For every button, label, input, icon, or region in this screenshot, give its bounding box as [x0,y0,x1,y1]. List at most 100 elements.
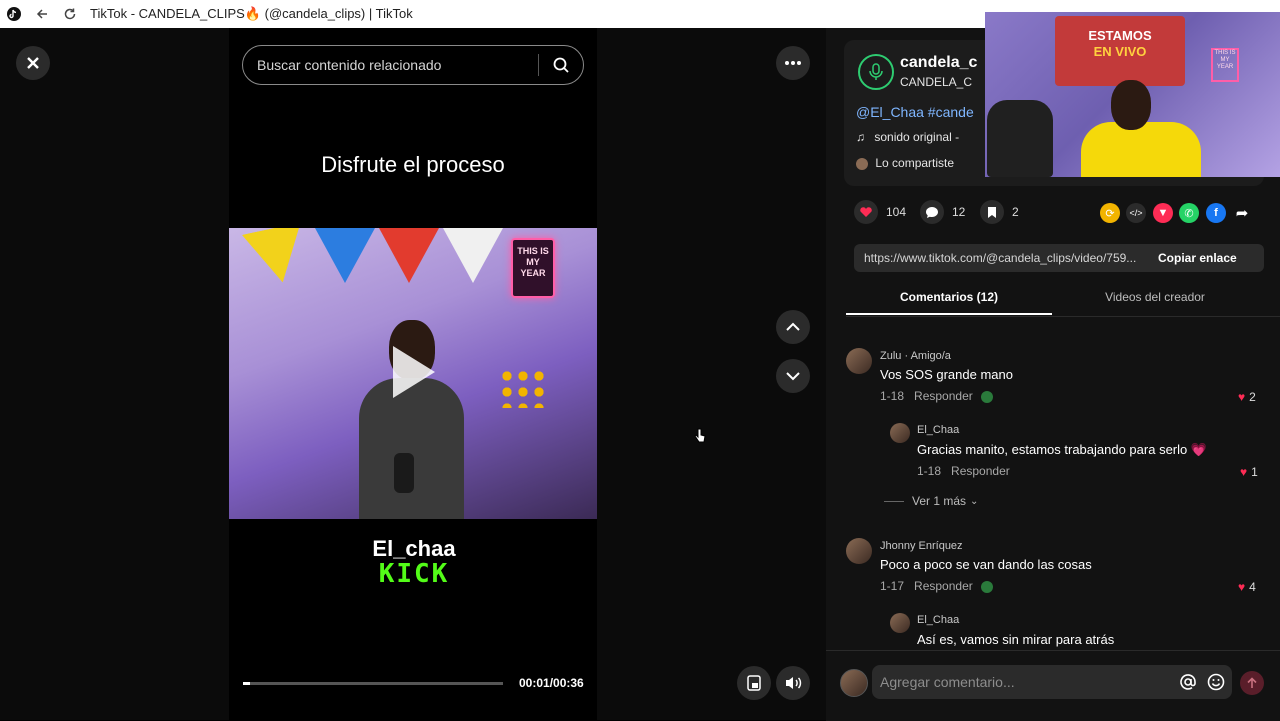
heart-icon: ♥ [1238,580,1246,594]
video-column: Buscar contenido relacionado Disfrute el… [229,28,597,720]
copy-link-button[interactable]: Copiar enlace [1158,251,1237,265]
comment-count: 12 [952,205,966,219]
reply-button[interactable]: Responder [951,464,1010,478]
reply-meta: 1-18 Responder [917,464,1010,478]
video-progress-fill [243,682,251,685]
reply-button[interactable]: Responder [914,579,973,593]
save-button[interactable]: 2 [980,200,1019,224]
reply-like-button[interactable]: ♥ 1 [1240,465,1258,479]
like-button[interactable]: 104 [854,200,906,224]
streamer-figure [1081,76,1201,177]
heart-icon [860,207,872,217]
video-timecode: 00:01/00:36 [519,676,584,690]
like-count: 104 [886,205,907,219]
video-frame[interactable]: THIS IS MY YEAR [229,228,597,519]
reply-like-count: 1 [1251,465,1258,479]
comment-composer: Agregar comentario... [826,650,1280,721]
active-tab-indicator [846,313,1052,315]
facebook-icon[interactable]: f [1206,203,1226,223]
video-link[interactable]: https://www.tiktok.com/@candela_clips/vi… [864,251,1144,265]
back-arrow-icon[interactable] [28,0,56,28]
volume-button[interactable] [776,666,810,700]
commenter-avatar[interactable] [846,538,872,564]
current-user-avatar [840,669,868,697]
bunting-flag [379,228,439,283]
creator-name[interactable]: candela_c [900,54,977,72]
floating-player-button[interactable] [737,666,771,700]
video-description[interactable]: @El_Chaa #cande [856,104,974,120]
search-icon [553,57,569,73]
comment-button[interactable]: 12 [920,200,965,224]
tiktok-favicon-icon [0,0,28,28]
send-to-friend-icon[interactable]: ▼ [1153,203,1173,223]
close-button[interactable] [16,46,50,80]
reply-text: Así es, vamos sin mirar para atrás [917,632,1115,647]
reply-text: Gracias manito, estamos trabajando para … [917,442,1208,457]
chevron-up-icon [786,322,800,331]
video-progress-bar[interactable] [243,682,503,685]
commenter-name[interactable]: Jhonny Enríquez [880,540,963,552]
comment-meta: 1-18 Responder [880,389,993,403]
music-note-icon: ♫ [856,130,865,144]
reply-button[interactable]: Responder [914,389,973,403]
play-icon[interactable] [393,346,435,398]
share-arrow-icon[interactable]: ➦ [1232,203,1252,223]
view-more-replies[interactable]: Ver 1 más ⌄ [884,494,978,508]
comment-like-button[interactable]: ♥ 2 [1238,390,1256,404]
more-divider [884,500,904,502]
bookmark-icon [988,206,996,218]
reply-date: 1-18 [917,464,942,478]
close-icon [27,57,39,69]
creator-badge-icon [980,580,993,593]
stream-overlay-image: ESTAMOS EN VIVO THIS IS MY YEAR [985,12,1280,177]
reload-icon[interactable] [56,0,84,28]
video-caption: Disfrute el proceso [321,152,505,177]
comment-icon [926,206,938,218]
search-input[interactable]: Buscar contenido relacionado [257,57,538,73]
music-info[interactable]: ♫ sonido original - [856,130,959,144]
shared-label: Lo compartiste [875,156,955,170]
microphone [394,453,414,493]
tab-comments[interactable]: Comentarios (12) [846,290,1052,304]
save-count: 2 [1012,205,1019,219]
emoji-icon[interactable] [1204,673,1228,691]
reply-avatar[interactable] [890,613,910,633]
page-title: TikTok - CANDELA_CLIPS🔥 (@candela_clips)… [90,6,413,21]
comment-meta: 1-17 Responder [880,579,993,593]
comment-like-count: 2 [1249,390,1256,404]
comment-list: Zulu · Amigo/a Vos SOS grande mano 1-18 R… [826,333,1280,653]
bunting-flag [242,228,312,289]
reply-author-name[interactable]: El_Chaa [917,614,959,626]
repost-share-icon[interactable]: ⟳ [1100,203,1120,223]
bunting-flag [315,228,375,283]
search-button[interactable] [539,56,583,74]
gaming-chair [987,100,1053,177]
creator-avatar[interactable] [858,54,894,90]
chevron-down-icon [786,372,800,381]
tab-creator-videos[interactable]: Videos del creador [1052,290,1258,304]
video-viewer: Buscar contenido relacionado Disfrute el… [0,28,826,720]
related-search-bar[interactable]: Buscar contenido relacionado [242,45,584,85]
flowers [499,368,549,408]
comment-date: 1-18 [880,389,905,403]
whatsapp-icon[interactable]: ✆ [1179,203,1199,223]
arrow-up-icon [1247,677,1257,688]
commenter-avatar[interactable] [846,348,872,374]
reply-avatar[interactable] [890,423,910,443]
comment-like-button[interactable]: ♥ 4 [1238,580,1256,594]
post-comment-button[interactable] [1240,671,1264,695]
chevron-down-icon: ⌄ [970,495,979,507]
reply-author-name[interactable]: El_Chaa [917,424,959,436]
heart-icon: ♥ [1238,390,1246,404]
more-options-button[interactable] [776,46,810,80]
stream-neon-sign: THIS IS MY YEAR [1211,48,1239,82]
commenter-name[interactable]: Zulu · Amigo/a [880,350,951,362]
action-bar: 104 12 2 ⟳ </> ▼ ✆ f ➦ [854,200,1266,228]
previous-video-button[interactable] [776,310,810,344]
next-video-button[interactable] [776,359,810,393]
mention-icon[interactable] [1176,673,1200,691]
comment-input[interactable]: Agregar comentario... [872,665,1232,699]
embed-code-icon[interactable]: </> [1126,203,1146,223]
comment-input-placeholder[interactable]: Agregar comentario... [880,674,1176,690]
user-avatar-icon [856,157,868,170]
